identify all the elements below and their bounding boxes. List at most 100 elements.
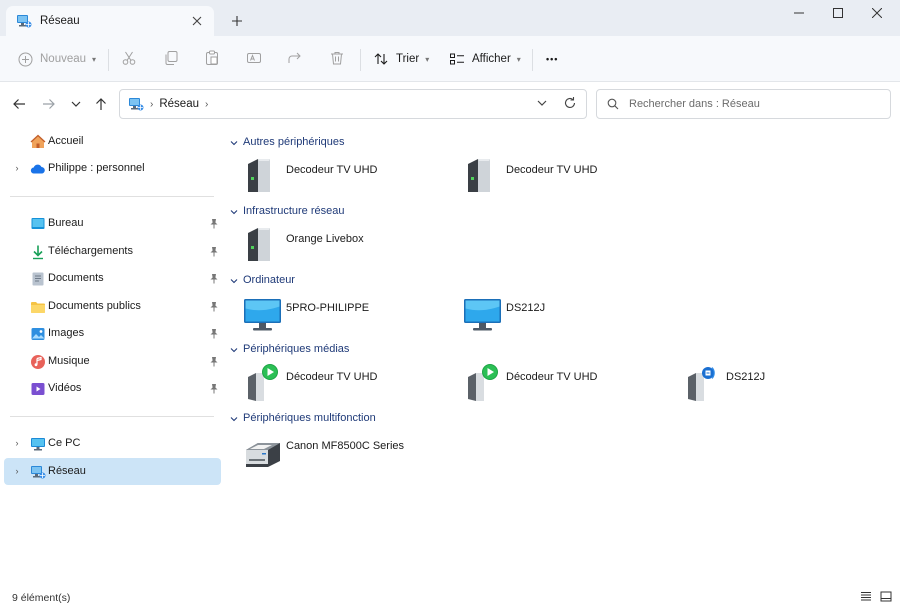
item-label: Décodeur TV UHD [506, 371, 598, 383]
file-list: Autres périphériques Decodeur TV UHD Dec… [226, 128, 900, 588]
arrow-right-icon [42, 97, 56, 114]
sidebar-item-onedrive[interactable]: › Philippe : personnel [4, 155, 221, 182]
sidebar-item-reseau[interactable]: › Réseau [4, 458, 221, 485]
search-input[interactable] [629, 98, 869, 110]
copy-icon [163, 50, 179, 69]
item-label: Decodeur TV UHD [506, 164, 598, 176]
sidebar-item-ce-pc[interactable]: › Ce PC [4, 430, 221, 457]
onedrive-icon [30, 161, 46, 177]
address-history-button[interactable] [536, 97, 548, 112]
item-label: Canon MF8500C Series [286, 440, 405, 452]
documents-icon [30, 271, 46, 287]
sidebar-item-telechargements[interactable]: Téléchargements [4, 238, 221, 265]
chevron-right-icon[interactable]: › [12, 438, 22, 448]
more-options-button[interactable]: ••• [546, 46, 558, 72]
breadcrumb-reseau[interactable]: Réseau [159, 98, 199, 110]
chevron-down-icon [230, 207, 238, 215]
item-count: 9 élément(s) [12, 592, 71, 604]
sidebar-item-images[interactable]: Images [4, 320, 221, 347]
list-item[interactable]: Decodeur TV UHD [242, 156, 452, 200]
sidebar-divider [10, 416, 214, 417]
music-icon [30, 354, 46, 370]
view-button[interactable]: Afficher ▾ [449, 46, 521, 72]
share-icon [287, 50, 303, 69]
up-button[interactable] [90, 94, 112, 116]
pin-icon[interactable] [209, 246, 219, 257]
pin-icon[interactable] [209, 301, 219, 312]
list-item[interactable]: DS212J [682, 363, 892, 407]
sidebar-item-home[interactable]: Accueil [4, 128, 221, 155]
sidebar-item-videos[interactable]: Vidéos [4, 375, 221, 402]
device-tower-icon [462, 156, 504, 198]
sidebar-item-documents[interactable]: Documents [4, 265, 221, 292]
item-label: DS212J [726, 371, 766, 383]
new-tab-button[interactable] [228, 12, 246, 30]
title-bar: Réseau [0, 0, 900, 36]
status-bar: 9 élément(s) [0, 588, 900, 609]
recent-locations-button[interactable] [65, 94, 87, 116]
list-item[interactable]: Décodeur TV UHD [462, 363, 672, 407]
copy-button[interactable] [163, 46, 179, 72]
new-button[interactable]: Nouveau ▾ [18, 46, 96, 72]
home-icon [30, 134, 46, 150]
group-header-peripheriques-multifonction[interactable]: Périphériques multifonction [230, 412, 376, 424]
sidebar-item-label: Musique [48, 355, 90, 367]
share-button[interactable] [287, 46, 303, 72]
back-button[interactable] [8, 94, 30, 116]
chevron-right-icon[interactable]: › [12, 466, 22, 476]
group-header-peripheriques-medias[interactable]: Périphériques médias [230, 343, 349, 355]
paste-button[interactable] [204, 46, 220, 72]
search-box[interactable] [596, 89, 891, 119]
media-device-icon [242, 363, 284, 405]
group-header-ordinateur[interactable]: Ordinateur [230, 274, 295, 286]
list-item[interactable]: Canon MF8500C Series [242, 432, 452, 476]
item-label: Orange Livebox [286, 233, 364, 245]
refresh-button[interactable] [563, 96, 577, 113]
rename-button[interactable] [246, 46, 262, 72]
tiles-view-button[interactable] [878, 591, 894, 605]
list-item[interactable]: Orange Livebox [242, 225, 452, 269]
group-label: Autres périphériques [243, 136, 345, 148]
sort-button[interactable]: Trier ▾ [373, 46, 429, 72]
item-label: DS212J [506, 302, 546, 314]
group-header-autres-peripheriques[interactable]: Autres périphériques [230, 136, 345, 148]
pin-icon[interactable] [209, 218, 219, 229]
network-icon [16, 13, 32, 29]
forward-button[interactable] [38, 94, 60, 116]
sidebar-item-label: Images [48, 327, 85, 339]
sidebar-item-bureau[interactable]: Bureau [4, 210, 221, 237]
pictures-icon [30, 326, 46, 342]
group-header-infrastructure-reseau[interactable]: Infrastructure réseau [230, 205, 345, 217]
details-view-button[interactable] [858, 591, 874, 605]
chevron-right-icon[interactable]: › [12, 163, 22, 173]
close-tab-icon[interactable] [190, 14, 204, 28]
pin-icon[interactable] [209, 273, 219, 284]
close-icon [871, 7, 883, 21]
item-label: Décodeur TV UHD [286, 371, 378, 383]
printer-icon [242, 432, 284, 474]
sidebar-item-label: Réseau [48, 465, 86, 477]
device-tower-icon [242, 225, 284, 267]
tab-reseau[interactable]: Réseau [6, 6, 214, 36]
item-label: Decodeur TV UHD [286, 164, 378, 176]
list-item[interactable]: DS212J [462, 294, 672, 338]
pin-icon[interactable] [209, 383, 219, 394]
address-bar[interactable]: › Réseau › [119, 89, 587, 119]
close-window-button[interactable] [854, 0, 900, 28]
list-item[interactable]: Decodeur TV UHD [462, 156, 672, 200]
pin-icon[interactable] [209, 356, 219, 367]
arrow-left-icon [12, 97, 26, 114]
sidebar-item-musique[interactable]: Musique [4, 348, 221, 375]
chevron-right-icon[interactable]: › [150, 99, 153, 110]
list-item[interactable]: 5PRO-PHILIPPE [242, 294, 452, 338]
sidebar-item-label: Ce PC [48, 437, 81, 449]
list-item[interactable]: Décodeur TV UHD [242, 363, 452, 407]
cut-button[interactable] [121, 46, 137, 72]
chevron-right-icon[interactable]: › [205, 99, 208, 110]
sidebar-item-label: Documents publics [48, 300, 141, 312]
folder-icon [30, 299, 46, 315]
sidebar-item-documents-publics[interactable]: Documents publics [4, 293, 221, 320]
network-icon [128, 96, 144, 112]
pin-icon[interactable] [209, 328, 219, 339]
delete-button[interactable] [329, 46, 345, 72]
